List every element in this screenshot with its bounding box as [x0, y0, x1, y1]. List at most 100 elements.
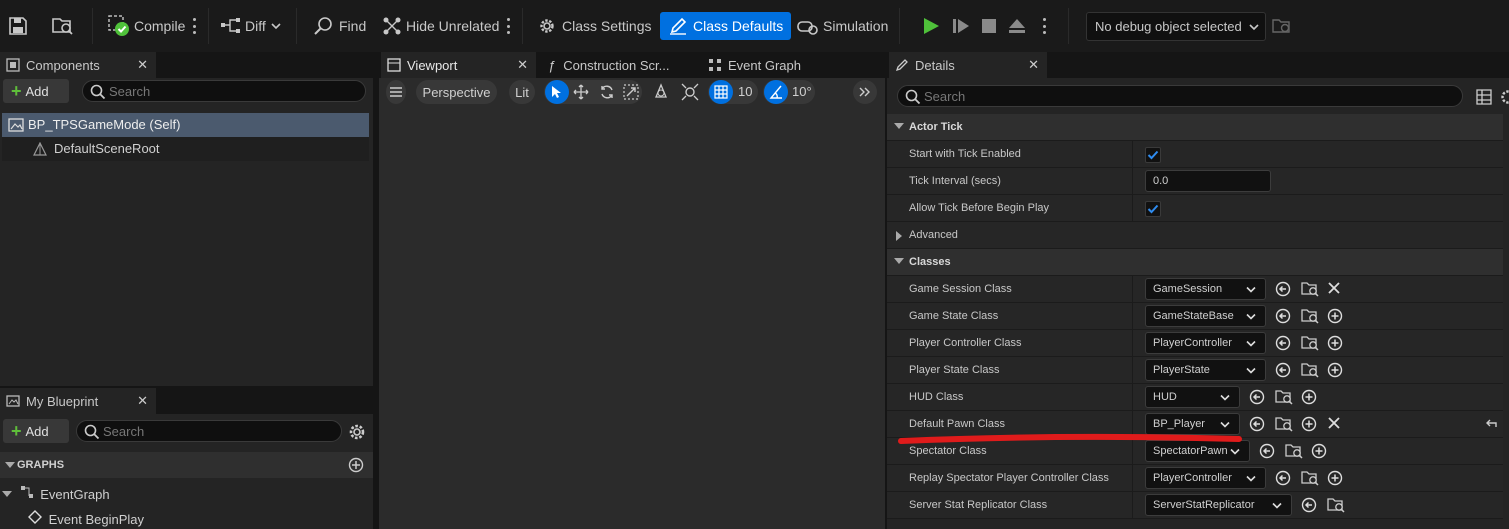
allow-tick-checkbox[interactable]	[1145, 201, 1161, 217]
use-selected-icon[interactable]	[1301, 497, 1317, 513]
category-actor-tick[interactable]: Actor Tick	[887, 114, 1503, 141]
my-blueprint-search-input[interactable]: Search	[76, 420, 342, 442]
browse-asset-icon[interactable]	[1301, 470, 1319, 486]
simulation-button[interactable]: Simulation	[797, 12, 888, 40]
use-selected-icon[interactable]	[1275, 335, 1291, 351]
hide-unrelated-button[interactable]: Hide Unrelated	[382, 12, 499, 40]
class-picker-dropdown[interactable]: PlayerState	[1145, 359, 1266, 381]
diff-button[interactable]: Diff	[220, 12, 282, 40]
class-picker-dropdown[interactable]: PlayerController	[1145, 467, 1266, 489]
use-selected-icon[interactable]	[1249, 389, 1265, 405]
tab-details[interactable]: Details ✕	[889, 52, 1047, 78]
add-icon[interactable]	[1327, 470, 1343, 486]
use-selected-icon[interactable]	[1249, 416, 1265, 432]
rotate-tool-button[interactable]	[599, 84, 615, 103]
use-selected-icon[interactable]	[1275, 308, 1291, 324]
lit-button[interactable]: Lit	[509, 80, 535, 104]
translate-tool-button[interactable]	[573, 84, 589, 103]
class-defaults-button[interactable]: Class Defaults	[660, 12, 792, 40]
tab-my-blueprint[interactable]: My Blueprint ✕	[0, 388, 156, 414]
viewport-canvas[interactable]	[379, 78, 885, 529]
perspective-button[interactable]: Perspective	[416, 80, 497, 104]
component-item-self[interactable]: BP_TPSGameMode (Self)	[2, 113, 369, 137]
use-selected-icon[interactable]	[1275, 281, 1291, 297]
rotation-snap-toggle[interactable]	[764, 80, 788, 104]
class-picker-dropdown[interactable]: PlayerController	[1145, 332, 1266, 354]
tab-construction-script[interactable]: ƒ Construction Scr...	[542, 52, 692, 78]
class-picker-dropdown[interactable]: GameSession	[1145, 278, 1266, 300]
tab-components[interactable]: Components ✕	[0, 52, 156, 78]
use-selected-icon[interactable]	[1275, 470, 1291, 486]
compile-label: Compile	[134, 18, 186, 34]
close-icon[interactable]: ✕	[137, 393, 148, 409]
browse-button[interactable]	[52, 12, 74, 40]
add-component-button[interactable]: + Add	[3, 79, 69, 103]
gear-icon[interactable]	[347, 422, 367, 442]
add-icon[interactable]	[1327, 362, 1343, 378]
use-selected-icon[interactable]	[1259, 443, 1275, 459]
browse-asset-icon[interactable]	[1275, 416, 1293, 432]
clear-icon[interactable]	[1327, 416, 1343, 432]
details-search-input[interactable]: Search	[897, 85, 1463, 107]
viewport-menu-button[interactable]	[386, 80, 406, 104]
add-icon[interactable]	[1327, 308, 1343, 324]
graph-item-eventgraph[interactable]: EventGraph	[2, 485, 110, 502]
graph-item-beginplay[interactable]: Event BeginPlay	[28, 510, 144, 527]
component-item-root[interactable]: DefaultSceneRoot	[2, 137, 369, 161]
compile-options-button[interactable]	[191, 14, 197, 38]
browse-asset-icon[interactable]	[1301, 281, 1319, 297]
tab-event-graph[interactable]: Event Graph	[702, 52, 842, 78]
browse-asset-icon[interactable]	[1327, 497, 1345, 513]
clear-icon[interactable]	[1327, 281, 1343, 297]
eject-button[interactable]	[1008, 12, 1026, 40]
browse-asset-icon[interactable]	[1275, 389, 1293, 405]
class-picker-dropdown[interactable]: HUD	[1145, 386, 1240, 408]
add-icon[interactable]	[1301, 416, 1317, 432]
play-options-button[interactable]	[1041, 14, 1047, 38]
play-button[interactable]	[922, 12, 940, 40]
compile-button[interactable]: Compile	[108, 12, 185, 40]
use-selected-icon[interactable]	[1275, 362, 1291, 378]
find-options-button[interactable]	[505, 14, 511, 38]
coordinate-space-button[interactable]	[650, 80, 672, 104]
surface-snap-button[interactable]	[679, 80, 701, 104]
rotation-snap-value[interactable]: 10°	[792, 84, 812, 99]
close-icon[interactable]: ✕	[1028, 57, 1039, 73]
browse-asset-icon[interactable]	[1285, 443, 1303, 459]
scale-tool-button[interactable]	[623, 84, 639, 103]
find-button[interactable]: Find	[313, 12, 366, 40]
browse-asset-icon[interactable]	[1301, 362, 1319, 378]
grid-snap-toggle[interactable]	[709, 80, 733, 104]
viewport-overflow-button[interactable]	[853, 80, 877, 104]
plus-icon: +	[11, 81, 22, 101]
select-tool-button[interactable]	[545, 80, 569, 104]
reset-to-default-icon[interactable]	[1484, 416, 1500, 432]
add-icon[interactable]	[1311, 443, 1327, 459]
components-search-input[interactable]: Search	[82, 80, 366, 102]
save-button[interactable]	[8, 12, 28, 40]
graphs-section-header[interactable]: GRAPHS	[0, 452, 373, 478]
tab-viewport[interactable]: Viewport ✕	[381, 52, 536, 78]
start-with-tick-checkbox[interactable]	[1145, 147, 1161, 163]
step-button[interactable]	[952, 12, 970, 40]
grid-snap-value[interactable]: 10	[738, 84, 752, 99]
add-member-button[interactable]: + Add	[3, 419, 69, 443]
add-icon[interactable]	[1327, 335, 1343, 351]
class-picker-dropdown[interactable]: ServerStatReplicator	[1145, 494, 1292, 516]
table-view-icon[interactable]	[1476, 89, 1492, 105]
add-icon[interactable]	[1301, 389, 1317, 405]
gear-icon[interactable]	[1499, 88, 1509, 106]
browse-asset-icon[interactable]	[1301, 335, 1319, 351]
browse-asset-icon[interactable]	[1301, 308, 1319, 324]
advanced-expander[interactable]: Advanced	[887, 222, 1503, 249]
add-circle-icon[interactable]	[348, 457, 364, 473]
tick-interval-input[interactable]: 0.0	[1145, 170, 1271, 192]
close-icon[interactable]: ✕	[517, 57, 528, 73]
debug-object-dropdown[interactable]: No debug object selected	[1086, 12, 1266, 41]
class-picker-dropdown[interactable]: GameStateBase	[1145, 305, 1266, 327]
stop-button[interactable]	[981, 12, 997, 40]
close-icon[interactable]: ✕	[137, 57, 148, 73]
category-classes[interactable]: Classes	[887, 249, 1503, 276]
debug-browse-button[interactable]	[1272, 12, 1292, 40]
class-settings-button[interactable]: Class Settings	[537, 12, 651, 40]
